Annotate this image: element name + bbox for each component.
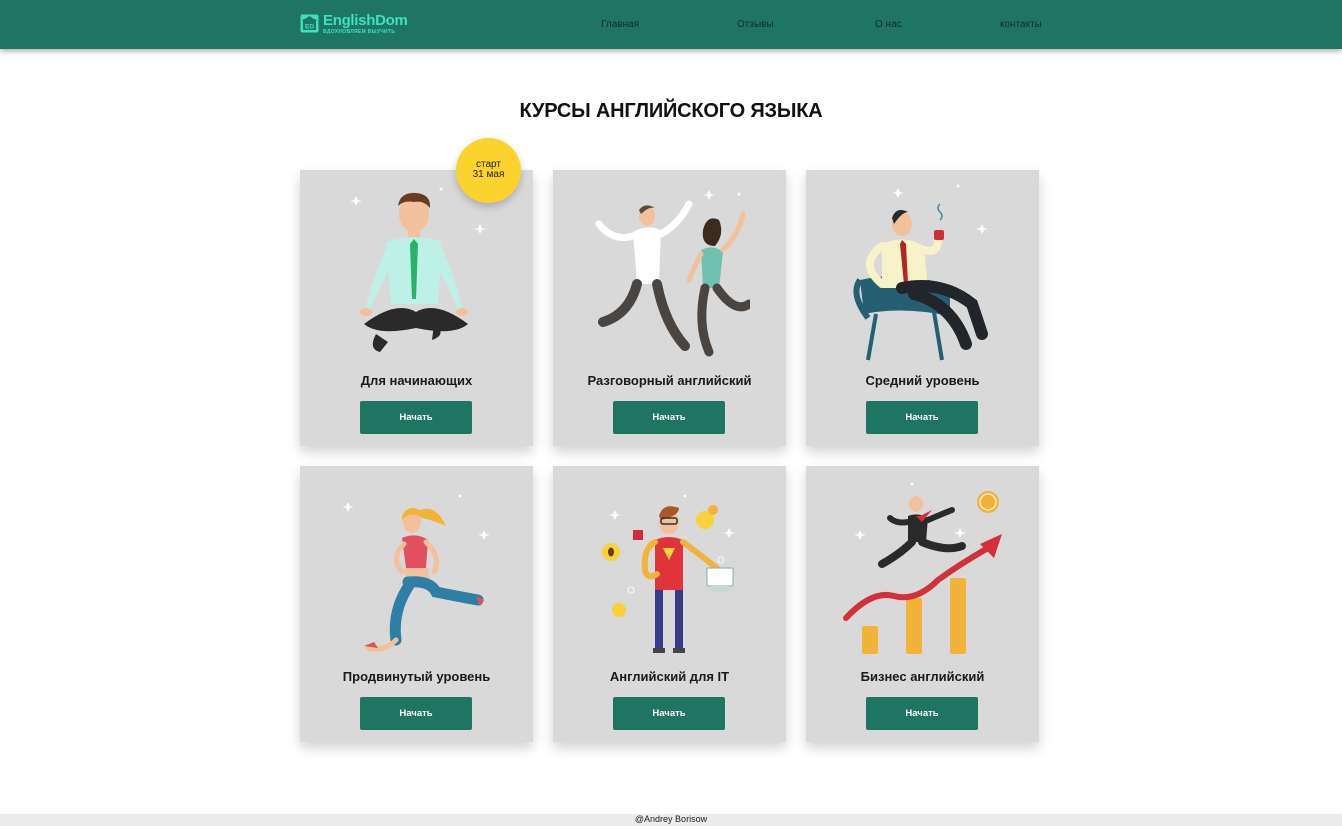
page-title: КУРСЫ АНГЛИЙСКОГО ЯЗЫКА xyxy=(519,100,823,122)
start-date-badge: старт 31 мая xyxy=(456,138,521,203)
course-title: Для начинающих xyxy=(360,373,473,388)
course-card-advanced: Продвинутый уровень Начать xyxy=(300,466,533,742)
course-title: Продвинутый уровень xyxy=(342,669,491,684)
nav-item-contacts[interactable]: контакты xyxy=(1000,19,1042,30)
course-card-business: Бизнес английский Начать xyxy=(806,466,1039,742)
course-card-beginners: Для начинающих Начать xyxy=(300,170,533,446)
start-button-intermediate[interactable]: Начать xyxy=(866,401,978,434)
logo-mark-text: ED xyxy=(305,24,314,31)
badge-line-date: 31 мая xyxy=(472,169,505,180)
business-growth-chart-icon xyxy=(843,482,1002,654)
nav-item-reviews[interactable]: Отзывы xyxy=(737,19,774,30)
developer-superhero-icon xyxy=(602,494,735,653)
meditating-man-icon xyxy=(350,187,486,352)
logo-tagline: ВДОХНОВЛЯЕМ ВЫУЧИТЬ xyxy=(323,29,396,35)
course-card-conversational: Разговорный английский Начать xyxy=(553,170,786,446)
relaxing-man-coffee-icon xyxy=(853,184,988,361)
course-title: Бизнес английский xyxy=(860,669,985,684)
course-title: Разговорный английский xyxy=(587,373,752,388)
course-card-it: Английский для IT Начать xyxy=(553,466,786,742)
course-title: Средний уровень xyxy=(865,373,980,388)
course-title: Английский для IT xyxy=(609,669,730,684)
site-footer: @Andrey Borisow xyxy=(0,814,1342,826)
dancing-couple-icon xyxy=(595,190,750,357)
logo-name: EnglishDom xyxy=(323,12,408,29)
logo[interactable]: ED EnglishDom ВДОХНОВЛЯЕМ ВЫУЧИТЬ xyxy=(300,12,408,37)
start-button-conversational[interactable]: Начать xyxy=(613,401,725,434)
start-button-business[interactable]: Начать xyxy=(866,697,978,730)
nav-item-about[interactable]: О нас xyxy=(875,19,902,30)
course-card-intermediate: Средний уровень Начать xyxy=(806,170,1039,446)
nav-item-home[interactable]: Главная xyxy=(601,19,639,30)
start-button-advanced[interactable]: Начать xyxy=(360,697,472,730)
start-button-it[interactable]: Начать xyxy=(613,697,725,730)
footer-credit: @Andrey Borisow xyxy=(634,814,708,824)
englishdom-logo-icon: ED xyxy=(300,14,319,33)
site-header: ED EnglishDom ВДОХНОВЛЯЕМ ВЫУЧИТЬ Главна… xyxy=(0,0,1342,49)
running-woman-icon xyxy=(342,494,490,652)
start-button-beginners[interactable]: Начать xyxy=(360,401,472,434)
